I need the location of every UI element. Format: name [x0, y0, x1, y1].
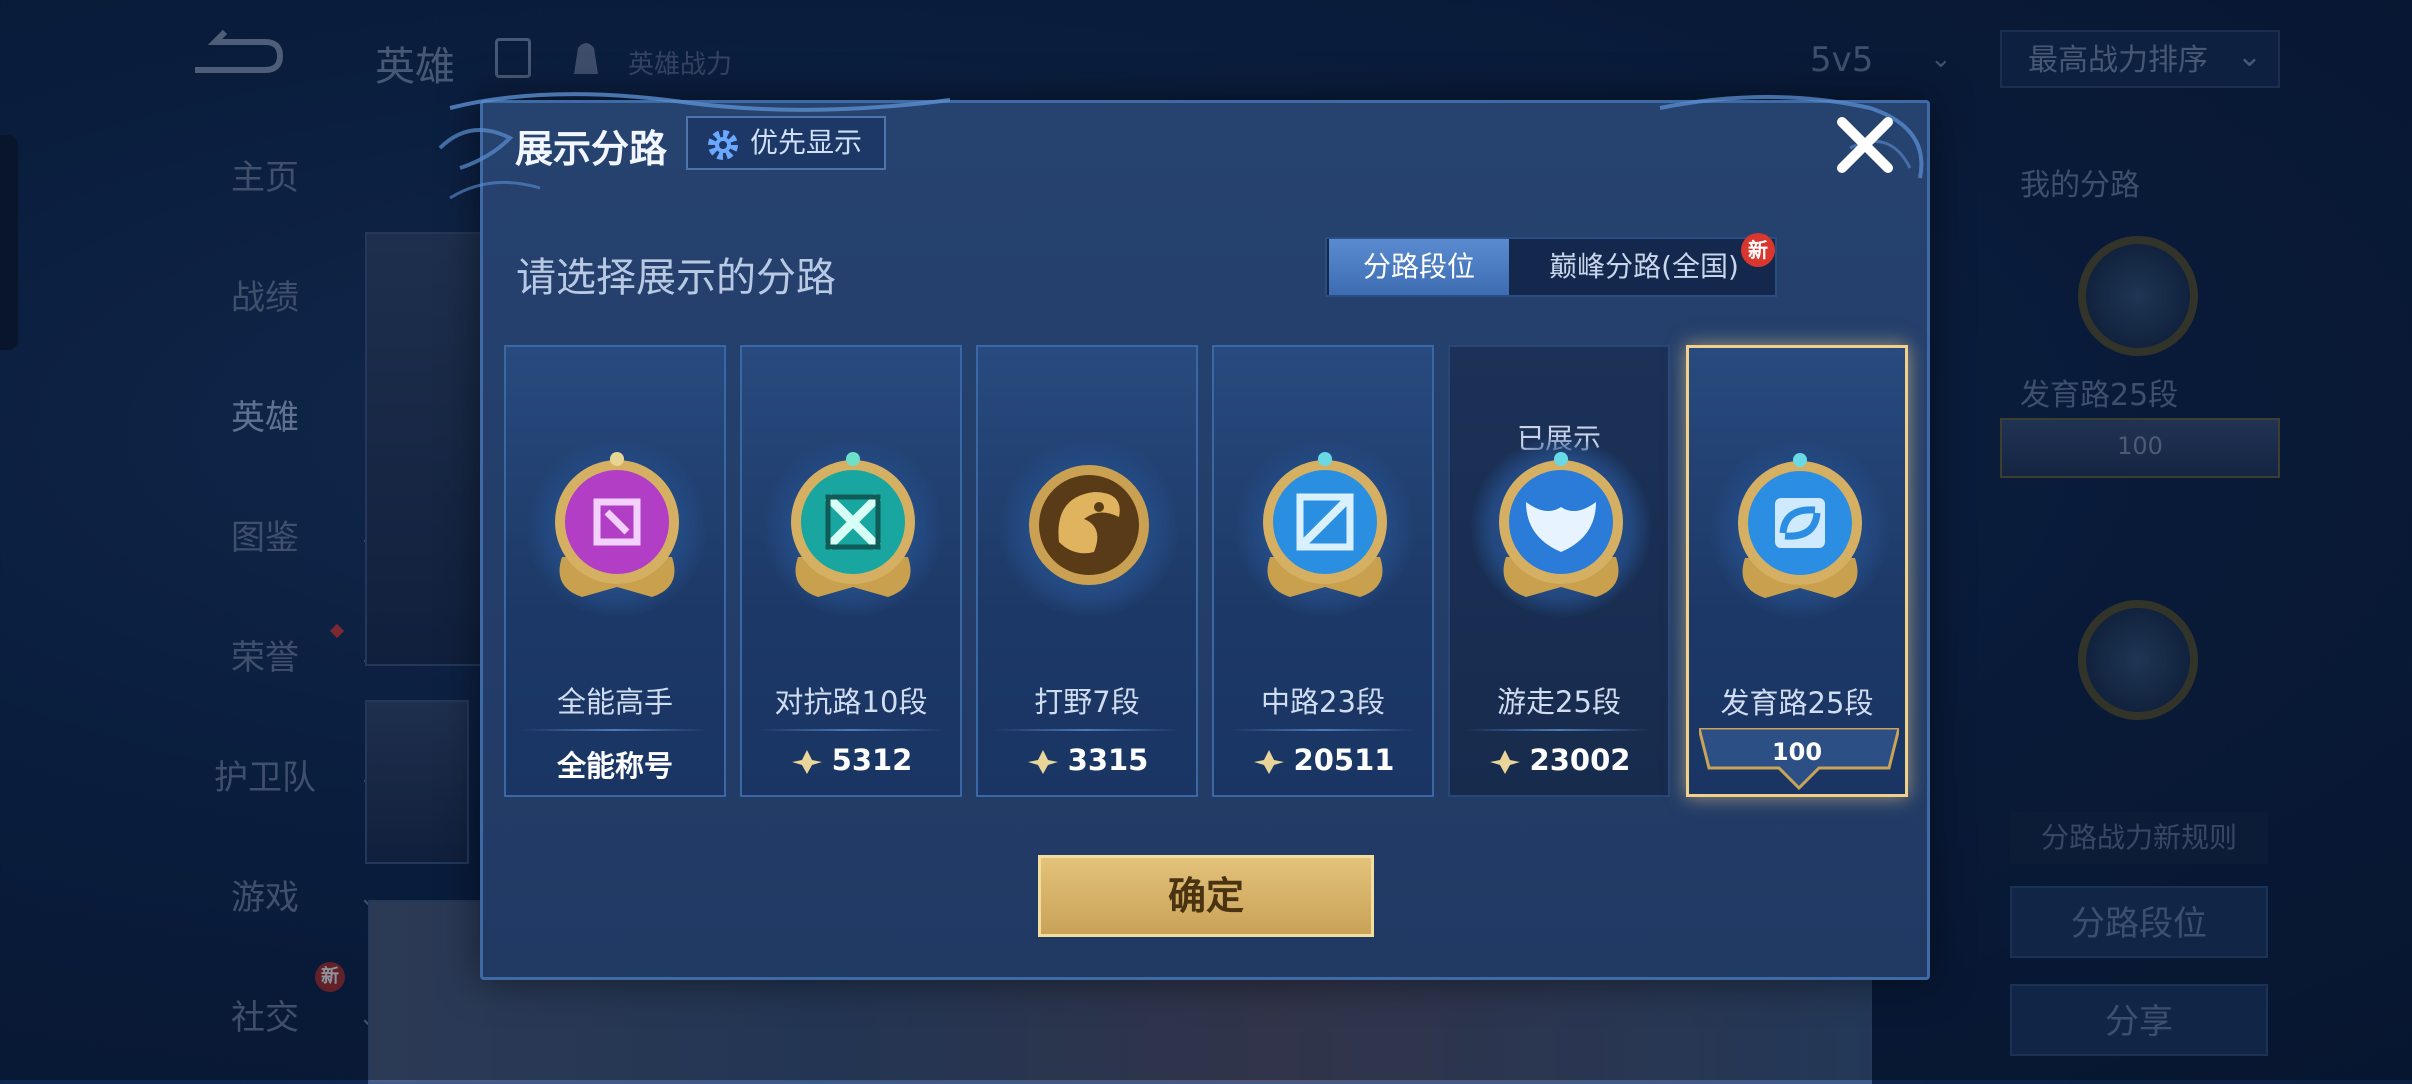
- lane-power: 5312: [742, 743, 960, 777]
- lane-score: 100: [1771, 738, 1823, 766]
- lane-card-roam[interactable]: 已展示 游走25段 23002: [1448, 345, 1670, 797]
- lane-power: 23002: [1450, 743, 1668, 777]
- priority-display-label: 优先显示: [750, 126, 863, 159]
- lane-title-label: 全能称号: [556, 749, 673, 783]
- priority-display-button[interactable]: 优先显示: [686, 116, 886, 170]
- tab-peak-lane[interactable]: 巅峰分路(全国): [1513, 239, 1775, 295]
- clash-lane-emblem-icon: [791, 452, 915, 597]
- roam-wings-emblem-icon: [1499, 452, 1623, 597]
- lane-name: 游走25段: [1497, 685, 1621, 719]
- lane-card-mid[interactable]: 中路23段 20511: [1212, 345, 1434, 797]
- new-badge: 新: [1741, 233, 1775, 267]
- lane-power: 20511: [1214, 743, 1432, 777]
- lane-name: 发育路25段: [1720, 686, 1874, 720]
- lane-card-all-round[interactable]: 全能高手 全能称号: [504, 345, 726, 797]
- lane-name: 对抗路10段: [774, 685, 928, 719]
- close-icon[interactable]: [1830, 110, 1900, 180]
- confirm-button[interactable]: 确定: [1038, 855, 1374, 937]
- lane-name: 全能高手: [556, 685, 673, 719]
- lane-tab-group: 分路段位 巅峰分路(全国) 新: [1325, 233, 1777, 297]
- combat-power-icon: [1489, 750, 1520, 774]
- farm-lane-emblem-icon: [1738, 453, 1862, 598]
- dialog-prompt: 请选择展示的分路: [516, 255, 836, 301]
- jungle-dragon-emblem-icon: [1029, 465, 1149, 585]
- lane-power-value: 3315: [1067, 743, 1149, 777]
- dialog-title: 展示分路: [515, 127, 668, 171]
- combat-power-icon: [1253, 750, 1284, 774]
- lane-power: 3315: [978, 743, 1196, 777]
- divider: [1230, 729, 1416, 731]
- lane-card-clash[interactable]: 对抗路10段 5312: [740, 345, 962, 797]
- lane-card-farm[interactable]: 发育路25段 100: [1686, 345, 1908, 797]
- combat-power-icon: [791, 750, 822, 774]
- mid-lane-emblem-icon: [1263, 452, 1387, 597]
- combat-power-icon: [1027, 750, 1058, 774]
- gear-icon: [708, 130, 738, 160]
- lane-power-value: 5312: [831, 743, 913, 777]
- all-round-emblem-icon: [555, 452, 679, 597]
- divider: [994, 729, 1180, 731]
- lane-card-jungle[interactable]: 打野7段 3315: [976, 345, 1198, 797]
- cloud-ornament: [1659, 95, 1924, 179]
- divider: [522, 729, 708, 731]
- divider: [1466, 729, 1652, 731]
- tab-lane-rank[interactable]: 分路段位: [1329, 239, 1509, 295]
- lane-power-value: 23002: [1529, 743, 1631, 777]
- divider: [758, 729, 944, 731]
- lane-name: 打野7段: [1034, 685, 1140, 719]
- lane-power-value: 20511: [1293, 743, 1395, 777]
- lane-name: 中路23段: [1261, 685, 1385, 719]
